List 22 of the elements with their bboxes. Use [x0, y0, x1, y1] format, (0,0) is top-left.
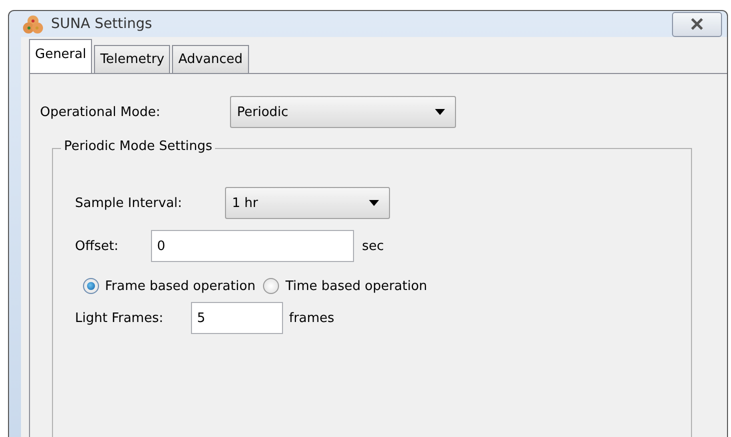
close-icon [689, 18, 705, 30]
window-title: SUNA Settings [51, 16, 154, 32]
close-button[interactable] [672, 12, 722, 36]
group-title: Periodic Mode Settings [61, 139, 216, 154]
radio-option[interactable]: Time based operation [263, 278, 428, 294]
radio-option[interactable]: Frame based operation [83, 278, 256, 294]
sample-interval-label: Sample Interval: [75, 196, 184, 210]
dropdown-caret-icon [369, 200, 379, 206]
offset-label: Offset: [75, 238, 120, 254]
operational-mode-label: Operational Mode: [40, 104, 162, 120]
light-frames-unit: frames [289, 310, 334, 326]
app-logo-icon [23, 14, 43, 34]
sample-interval-dropdown[interactable]: 1 hr [225, 187, 390, 219]
offset-unit: sec [362, 238, 384, 254]
tab[interactable]: Advanced [172, 45, 249, 73]
operational-mode-dropdown[interactable]: Periodic [230, 96, 456, 128]
tab[interactable]: Telemetry [94, 45, 170, 73]
tab[interactable]: General [29, 39, 92, 73]
light-frames-label: Light Frames: [75, 310, 164, 326]
light-frames-field[interactable]: 5 [191, 302, 283, 334]
dropdown-caret-icon [435, 109, 445, 115]
offset-field[interactable]: 0 [151, 230, 354, 262]
